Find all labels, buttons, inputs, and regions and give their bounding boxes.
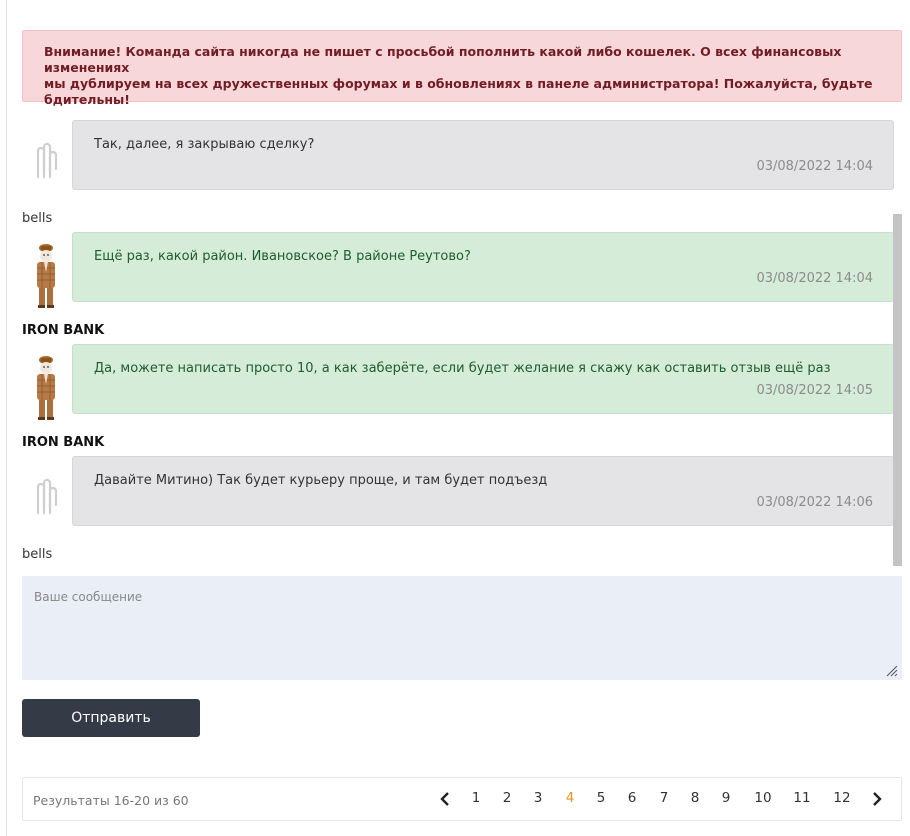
pagination: Результаты 16-20 из 60 1 2 3 4 5 6 7 8 9… — [22, 777, 902, 821]
message-bubble: Так, далее, я закрываю сделку? 03/08/202… — [72, 120, 894, 190]
page-link-4-current[interactable]: 4 — [565, 790, 575, 806]
page-link-12[interactable]: 12 — [831, 790, 853, 806]
send-button[interactable]: Отправить — [22, 699, 200, 737]
default-avatar-icon — [28, 121, 64, 189]
page-link-5[interactable]: 5 — [596, 790, 606, 806]
page-link-8[interactable]: 8 — [690, 790, 700, 806]
message-bubble: Да, можете написать просто 10, а как заб… — [72, 344, 894, 414]
alert-line-3: бдительны! — [44, 92, 131, 107]
message-author: IRON BANK — [22, 323, 105, 338]
message-author: IRON BANK — [22, 435, 105, 450]
chevron-right-icon[interactable] — [871, 791, 883, 806]
message-bubble: Давайте Митино) Так будет курьеру проще,… — [72, 456, 894, 526]
warning-alert: Внимание! Команда сайта никогда не пишет… — [22, 30, 902, 107]
page-link-10[interactable]: 10 — [752, 790, 774, 806]
message-text: Ещё раз, какой район. Ивановское? В райо… — [94, 249, 471, 264]
left-border — [6, 0, 7, 836]
page-link-1[interactable]: 1 — [471, 790, 481, 806]
default-avatar-icon — [28, 457, 64, 525]
message-text: Да, можете написать просто 10, а как заб… — [94, 361, 831, 376]
user-avatar — [28, 354, 64, 422]
page-link-11[interactable]: 11 — [791, 790, 813, 806]
message-timestamp: 03/08/2022 14:04 — [756, 159, 873, 174]
message-text: Давайте Митино) Так будет курьеру проще,… — [94, 473, 548, 488]
page-link-3[interactable]: 3 — [533, 790, 543, 806]
results-count: Результаты 16-20 из 60 — [33, 793, 189, 808]
message-timestamp: 03/08/2022 14:05 — [756, 383, 873, 398]
user-avatar — [28, 242, 64, 310]
page-link-9[interactable]: 9 — [721, 790, 731, 806]
message-bubble: Ещё раз, какой район. Ивановское? В райо… — [72, 232, 894, 302]
page-link-6[interactable]: 6 — [627, 790, 637, 806]
alert-line-2: мы дублируем на всех дружественных форум… — [44, 76, 873, 91]
page-link-7[interactable]: 7 — [659, 790, 669, 806]
chevron-left-icon[interactable] — [439, 791, 451, 806]
message-text: Так, далее, я закрываю сделку? — [94, 137, 315, 152]
chat-scrollbar[interactable] — [893, 214, 902, 566]
message-author: bells — [22, 211, 53, 226]
alert-line-1: Внимание! Команда сайта никогда не пишет… — [44, 44, 842, 75]
page-link-2[interactable]: 2 — [502, 790, 512, 806]
bulldog-avatar-icon — [37, 356, 55, 420]
message-timestamp: 03/08/2022 14:06 — [756, 495, 873, 510]
bulldog-avatar-icon — [37, 244, 55, 308]
message-timestamp: 03/08/2022 14:04 — [756, 271, 873, 286]
resize-grip-icon[interactable] — [884, 662, 898, 677]
message-input[interactable] — [22, 576, 902, 680]
message-author: bells — [22, 547, 53, 562]
